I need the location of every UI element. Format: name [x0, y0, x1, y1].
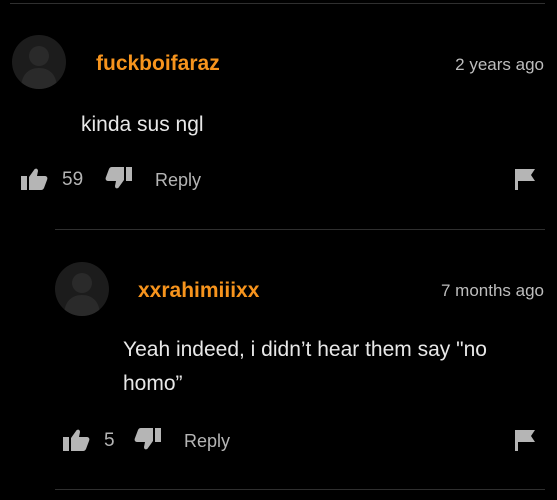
default-user-avatar-icon — [64, 273, 100, 316]
bottom-divider — [55, 489, 545, 490]
thumbs-up-icon — [21, 168, 48, 190]
comment-text-line: homo” — [123, 372, 183, 395]
dislike-button[interactable] — [134, 427, 162, 451]
like-button[interactable] — [62, 428, 90, 452]
comment-divider — [55, 229, 545, 230]
comment-text-line: Yeah indeed, i didn’t hear them say "no — [123, 338, 487, 361]
reply-button[interactable]: Reply — [155, 170, 201, 191]
comment-text: Yeah indeed, i didn’t hear them say "no … — [123, 333, 543, 401]
comment-username[interactable]: xxrahimiiixx — [138, 279, 259, 303]
like-count: 59 — [62, 169, 84, 190]
top-divider — [10, 3, 545, 4]
like-button[interactable] — [20, 167, 48, 191]
default-user-avatar-icon — [21, 46, 57, 89]
comment-timestamp: 2 years ago — [455, 55, 544, 74]
thumbs-up-icon — [63, 429, 90, 451]
comment-username[interactable]: fuckboifaraz — [96, 52, 220, 76]
comment-text: kinda sus ngl — [81, 113, 204, 136]
like-count: 5 — [104, 430, 115, 451]
thumbs-down-icon — [105, 167, 132, 189]
dislike-button[interactable] — [105, 166, 133, 190]
report-button[interactable] — [513, 167, 537, 196]
user-avatar[interactable] — [55, 262, 109, 316]
report-button[interactable] — [513, 428, 537, 457]
thumbs-down-icon — [134, 428, 161, 450]
comment-timestamp: 7 months ago — [440, 281, 544, 300]
flag-icon — [515, 430, 535, 451]
reply-button[interactable]: Reply — [184, 431, 230, 452]
user-avatar[interactable] — [12, 35, 66, 89]
flag-icon — [515, 169, 535, 190]
